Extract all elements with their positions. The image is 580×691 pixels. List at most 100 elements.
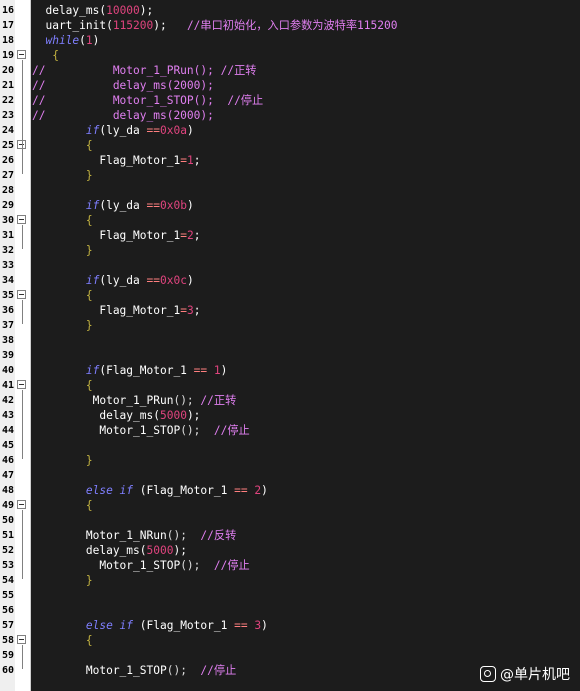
code-token: ; [193, 154, 201, 167]
code-line[interactable]: 39 [0, 348, 580, 363]
code-line[interactable]: 50 [0, 513, 580, 528]
fold-collapse-icon[interactable] [17, 500, 26, 509]
code-token: ); [173, 544, 187, 557]
code-line[interactable]: 32 } [0, 243, 580, 258]
code-text: { [32, 378, 93, 393]
code-line[interactable]: 54 } [0, 573, 580, 588]
code-line[interactable]: 56 [0, 603, 580, 618]
code-line[interactable]: 18 while(1) [0, 33, 580, 48]
code-line[interactable]: 36 Flag_Motor_1=3; [0, 303, 580, 318]
code-line[interactable]: 46 } [0, 453, 580, 468]
line-number: 18 [1, 35, 14, 46]
line-number: 47 [1, 470, 14, 481]
code-token: { [32, 379, 93, 392]
line-number: 20 [1, 65, 14, 76]
code-line[interactable]: 45 [0, 438, 580, 453]
code-line[interactable]: 52 delay_ms(5000); [0, 543, 580, 558]
code-token: == [146, 124, 160, 137]
code-editor[interactable]: 16 delay_ms(10000); 17 uart_init(115200);… [0, 0, 580, 691]
fold-range-line [22, 300, 23, 324]
code-line[interactable]: 33 [0, 258, 580, 273]
code-line[interactable]: 19 { [0, 48, 580, 63]
code-line[interactable]: 29 if(ly_da ==0x0b) [0, 198, 580, 213]
code-token: delay_ms( [32, 409, 160, 422]
fold-collapse-icon[interactable] [17, 380, 26, 389]
code-text: // delay_ms(2000); [32, 108, 214, 123]
line-number: 24 [1, 125, 14, 136]
line-number: 46 [1, 455, 14, 466]
code-token: (ly_da [99, 199, 147, 212]
fold-collapse-icon[interactable] [17, 290, 26, 299]
code-text: if(ly_da ==0x0c) [32, 273, 194, 288]
code-line[interactable]: 55 [0, 588, 580, 603]
code-line[interactable]: 40 if(Flag_Motor_1 == 1) [0, 363, 580, 378]
code-line[interactable]: 25 { [0, 138, 580, 153]
code-token: // delay_ms(2000); [32, 79, 214, 92]
code-line[interactable]: 34 if(ly_da ==0x0c) [0, 273, 580, 288]
code-token: Motor_1_STOP [32, 424, 181, 437]
code-line[interactable]: 30 { [0, 213, 580, 228]
code-token: { [32, 214, 93, 227]
code-token: Motor_1_NRun [32, 529, 167, 542]
code-token: //停止 [213, 559, 250, 572]
code-token: 10000 [106, 4, 140, 17]
line-number: 29 [1, 200, 14, 211]
code-line[interactable]: 57 else if (Flag_Motor_1 == 3) [0, 618, 580, 633]
code-token: (); [166, 529, 187, 542]
code-text: // Motor_1_PRun(); //正转 [32, 63, 256, 78]
code-line[interactable]: 51 Motor_1_NRun(); //反转 [0, 528, 580, 543]
code-token: { [32, 139, 93, 152]
code-line[interactable]: 47 [0, 468, 580, 483]
code-token: 0x0b [160, 199, 187, 212]
code-text: delay_ms(10000); [32, 3, 153, 18]
code-line[interactable]: 58 { [0, 633, 580, 648]
code-line[interactable]: 24 if(ly_da ==0x0a) [0, 123, 580, 138]
code-line[interactable]: 44 Motor_1_STOP(); //停止 [0, 423, 580, 438]
fold-collapse-icon[interactable] [17, 50, 26, 59]
code-line[interactable]: 27 } [0, 168, 580, 183]
code-line[interactable]: 28 [0, 183, 580, 198]
code-text: // Motor_1_STOP(); //停止 [32, 93, 263, 108]
code-line[interactable]: 16 delay_ms(10000); [0, 3, 580, 18]
code-token: } [32, 319, 93, 332]
code-token: //停止 [213, 424, 250, 437]
code-token: ); [139, 4, 154, 17]
fold-collapse-icon[interactable] [17, 635, 26, 644]
code-line[interactable]: 21 // delay_ms(2000); [0, 78, 580, 93]
code-line[interactable]: 53 Motor_1_STOP(); //停止 [0, 558, 580, 573]
code-line[interactable]: 20 // Motor_1_PRun(); //正转 [0, 63, 580, 78]
code-line[interactable]: 43 delay_ms(5000); [0, 408, 580, 423]
code-line[interactable]: 42 Motor_1_PRun(); //正转 [0, 393, 580, 408]
code-line[interactable]: 26 Flag_Motor_1=1; [0, 153, 580, 168]
code-token: (); [166, 664, 187, 677]
line-number: 22 [1, 95, 14, 106]
code-token: Motor_1_PRun [32, 394, 174, 407]
code-token: (Flag_Motor_1 [133, 619, 235, 632]
code-line[interactable]: 41 { [0, 378, 580, 393]
code-token: Motor_1_STOP [32, 559, 181, 572]
code-line[interactable]: 49 { [0, 498, 580, 513]
code-line[interactable]: 22 // Motor_1_STOP(); //停止 [0, 93, 580, 108]
code-token: ); [153, 19, 187, 32]
code-line[interactable]: 37 } [0, 318, 580, 333]
code-line[interactable]: 31 Flag_Motor_1=2; [0, 228, 580, 243]
code-text: delay_ms(5000); [32, 543, 187, 558]
line-number: 28 [1, 185, 14, 196]
code-line[interactable]: 38 [0, 333, 580, 348]
code-line[interactable]: 59 [0, 648, 580, 663]
code-line[interactable]: 17 uart_init(115200); //串口初始化，入口参数为波特率11… [0, 18, 580, 33]
code-token: (); [180, 424, 201, 437]
line-number: 53 [1, 560, 14, 571]
line-number: 57 [1, 620, 14, 631]
code-text: } [32, 573, 93, 588]
code-line[interactable]: 23 // delay_ms(2000); [0, 108, 580, 123]
code-line[interactable]: 35 { [0, 288, 580, 303]
fold-collapse-icon[interactable] [17, 215, 26, 224]
line-number: 38 [1, 335, 14, 346]
code-token: 5000 [159, 409, 187, 422]
code-text: { [32, 213, 93, 228]
code-token: } [32, 574, 93, 587]
code-line[interactable]: 48 else if (Flag_Motor_1 == 2) [0, 483, 580, 498]
